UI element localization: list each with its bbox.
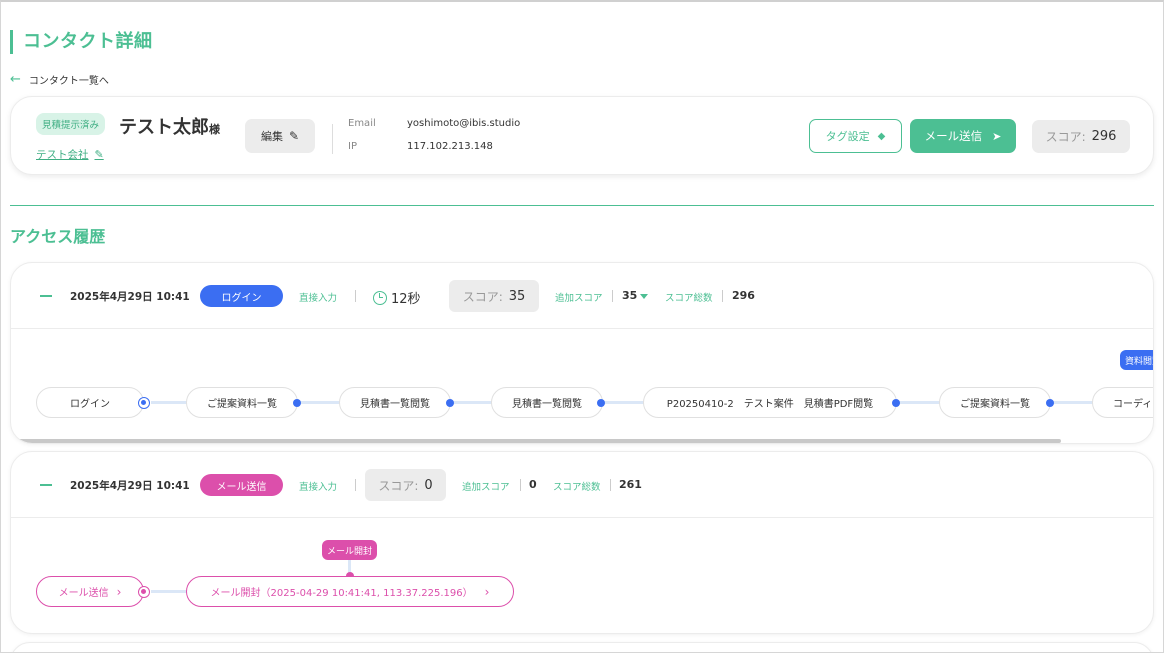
ip-label: IP: [348, 141, 357, 152]
added-score-label: 追加スコア: [462, 482, 510, 493]
flow-line: [151, 590, 191, 593]
back-to-contact-list-link[interactable]: ← コンタクト一覧へ: [10, 72, 109, 87]
divider: [355, 290, 356, 302]
tag-settings-label: タグ設定: [825, 130, 870, 143]
added-score-number: 35: [622, 289, 638, 302]
flow-node-mail-open[interactable]: メール開封（2025-04-29 10:41:41, 113.37.225.19…: [186, 576, 514, 607]
flow-dot: [293, 399, 301, 407]
section-divider: [10, 205, 1154, 206]
total-score-value: 261: [619, 478, 642, 491]
total-score-label: スコア総数: [553, 482, 601, 493]
edit-icon: ✎: [288, 129, 300, 143]
page-title-text: コンタクト詳細: [23, 31, 153, 52]
added-score-value[interactable]: 35: [622, 289, 649, 302]
record-duration: 12秒: [373, 288, 421, 307]
access-history-title: アクセス履歴: [10, 227, 106, 246]
send-mail-label: メール送信: [924, 129, 983, 143]
record-score-value: 0: [424, 477, 433, 493]
flow-dot: [597, 399, 605, 407]
record-score: スコア: 35: [449, 280, 539, 312]
flow-node-mail-send[interactable]: メール送信 ›: [36, 576, 144, 607]
send-icon: ➤: [992, 129, 1002, 143]
flow-node[interactable]: 見積書一覧閲覧: [339, 387, 451, 418]
collapse-icon[interactable]: [40, 484, 52, 486]
flow-node[interactable]: ログイン: [36, 387, 144, 418]
flow-dot: [892, 399, 900, 407]
edit-label: 編集: [260, 130, 283, 143]
contact-name-text: テスト太郎: [119, 117, 209, 138]
divider: [332, 124, 333, 154]
flow-node[interactable]: ご提案資料一覧: [939, 387, 1051, 418]
tag-settings-button[interactable]: タグ設定 ◆: [809, 119, 902, 153]
access-record: [10, 642, 1154, 652]
access-record: 2025年4月29日 10:41 メール送信 直接入力 スコア: 0 追加スコア…: [10, 451, 1154, 634]
flow-node[interactable]: P20250410-2 テスト案件 見積書PDF閲覧: [643, 387, 897, 418]
total-score-label: スコア総数: [665, 293, 713, 304]
page-frame: コンタクト詳細 ← コンタクト一覧へ 見積提示済み テスト太郎様 テスト会社 ✎…: [0, 0, 1164, 653]
email-value: yoshimoto@ibis.studio: [407, 118, 521, 129]
divider: [722, 290, 723, 302]
arrow-left-icon: ←: [10, 72, 21, 87]
status-badge: 見積提示済み: [36, 113, 106, 135]
record-score-label: スコア:: [378, 478, 419, 493]
company-name: テスト会社: [36, 149, 89, 161]
added-score-label: 追加スコア: [555, 293, 603, 304]
flow-node[interactable]: コーディネ: [1092, 387, 1153, 418]
edit-button[interactable]: 編集 ✎: [245, 119, 315, 153]
flow-dot: [446, 399, 454, 407]
duration-value: 12秒: [391, 292, 421, 307]
flow-dot: [1046, 399, 1054, 407]
record-type-pill: メール送信: [200, 474, 283, 496]
chevron-right-icon: ›: [116, 584, 122, 599]
added-score-value: 0: [529, 478, 537, 491]
total-score-value: 296: [732, 289, 755, 302]
pencil-icon[interactable]: ✎: [95, 148, 104, 161]
ip-value: 117.102.213.148: [407, 141, 493, 152]
chevron-right-icon: ›: [484, 584, 490, 599]
back-link-label: コンタクト一覧へ: [28, 76, 109, 87]
record-source: 直接入力: [299, 482, 338, 493]
access-record-header: 2025年4月29日 10:41 メール送信 直接入力 スコア: 0 追加スコア…: [11, 452, 1153, 518]
email-label: Email: [348, 118, 376, 129]
record-date: 2025年4月29日 10:41: [70, 291, 190, 303]
flow-node-label: メール送信: [58, 588, 109, 599]
divider: [355, 479, 356, 491]
divider: [520, 479, 521, 491]
company-link[interactable]: テスト会社 ✎: [36, 147, 104, 162]
divider: [610, 479, 611, 491]
record-source: 直接入力: [299, 293, 338, 304]
page-flag: メール開封: [322, 540, 378, 560]
caret-down-icon: [640, 293, 649, 299]
horizontal-scrollbar[interactable]: [11, 439, 1061, 443]
page-title: コンタクト詳細: [10, 30, 153, 54]
send-mail-button[interactable]: メール送信 ➤: [910, 119, 1016, 153]
score-label: スコア:: [1045, 130, 1086, 144]
contact-score: スコア: 296: [1032, 120, 1130, 153]
record-type-pill: ログイン: [200, 285, 283, 307]
page-flag: 資料閲覧: [1120, 350, 1153, 370]
contact-name: テスト太郎様: [119, 113, 220, 139]
tag-icon: ◆: [877, 130, 886, 142]
flow-node[interactable]: 見積書一覧閲覧: [491, 387, 603, 418]
access-record: 2025年4月29日 10:41 ログイン 直接入力 12秒 スコア: 35 追…: [10, 262, 1154, 444]
flow-dot: [138, 397, 150, 409]
clock-icon: [373, 290, 387, 305]
score-value: 296: [1091, 129, 1117, 144]
flow-dot: [138, 586, 150, 598]
collapse-icon[interactable]: [40, 295, 52, 297]
record-score-label: スコア:: [462, 289, 503, 304]
flow-node[interactable]: ご提案資料一覧: [186, 387, 298, 418]
access-record-header: 2025年4月29日 10:41 ログイン 直接入力 12秒 スコア: 35 追…: [11, 263, 1153, 329]
divider: [612, 290, 613, 302]
contact-profile-card: 見積提示済み テスト太郎様 テスト会社 ✎ 編集 ✎ Email yoshimo…: [10, 96, 1154, 175]
record-score-value: 35: [508, 288, 526, 304]
record-date: 2025年4月29日 10:41: [70, 480, 190, 492]
honorific: 様: [209, 123, 220, 136]
flow-node-label: メール開封（2025-04-29 10:41:41, 113.37.225.19…: [210, 588, 473, 599]
record-score: スコア: 0: [365, 469, 446, 501]
